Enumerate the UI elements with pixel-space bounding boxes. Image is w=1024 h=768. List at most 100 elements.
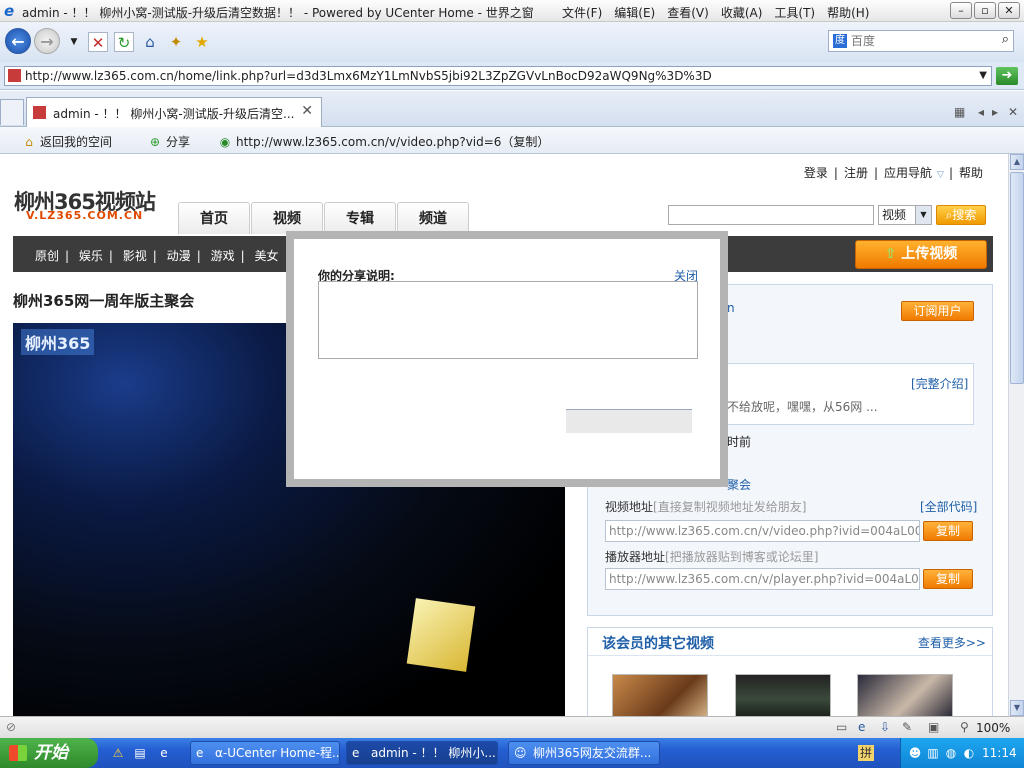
- nav-home[interactable]: 首页: [178, 202, 250, 234]
- other-videos-box: 该会员的其它视频 查看更多>>: [587, 627, 993, 716]
- scroll-down-icon[interactable]: ▼: [1010, 700, 1024, 716]
- start-button[interactable]: 开始: [0, 738, 98, 768]
- favorites-bar: ⌂ 返回我的空间 ⊕ 分享 ◉ http://www.lz365.com.cn/…: [0, 127, 1024, 154]
- player-address-hint: [把播放器贴到博客或论坛里]: [665, 550, 819, 564]
- site-search-button[interactable]: ⌕搜索: [936, 205, 986, 225]
- category-beauty[interactable]: 美女: [254, 249, 278, 263]
- search-icon[interactable]: ⌕: [1002, 32, 1009, 47]
- subscribe-button[interactable]: 订阅用户: [901, 301, 974, 321]
- open-favorites-icon[interactable]: ✦: [166, 32, 186, 52]
- video-watermark: 柳州365: [21, 329, 95, 355]
- fav-share[interactable]: ⊕ 分享: [148, 133, 190, 150]
- add-favorite-star-icon[interactable]: ★: [192, 32, 212, 52]
- menu-view[interactable]: 查看(V): [667, 4, 709, 21]
- video-address-field[interactable]: http://www.lz365.com.cn/v/video.php?ivid…: [605, 520, 920, 542]
- site-search-select[interactable]: 视频 ▼: [878, 205, 932, 225]
- vertical-scrollbar[interactable]: ▲ ▼: [1008, 154, 1024, 716]
- video-tag-link[interactable]: 聚会: [727, 476, 751, 493]
- maximize-icon[interactable]: ▫: [974, 2, 996, 19]
- tray-security-icon[interactable]: ◍: [943, 745, 959, 761]
- taskbar-item-label: α-UCenter Home-程...: [215, 746, 340, 760]
- status-tool-icon[interactable]: ▭: [836, 720, 847, 734]
- menu-tools[interactable]: 工具(T): [774, 4, 815, 21]
- tray-network-icon[interactable]: ▥: [925, 745, 941, 761]
- video-thumbnail[interactable]: [735, 674, 831, 716]
- tab-close-icon[interactable]: ✕: [301, 103, 313, 119]
- full-intro-link[interactable]: [完整介绍]: [911, 375, 968, 392]
- warning-icon[interactable]: ⚠: [110, 745, 126, 761]
- upload-video-button[interactable]: ⇧ 上传视频: [855, 240, 987, 269]
- tray-user-icon[interactable]: ☻: [907, 745, 923, 761]
- stop-icon[interactable]: ✕: [88, 32, 108, 52]
- register-link[interactable]: 注册: [844, 166, 868, 180]
- taskbar-item-admin[interactable]: e admin - ！！ 柳州小...: [346, 741, 498, 765]
- menu-file[interactable]: 文件(F): [562, 4, 602, 21]
- share-description-input[interactable]: [318, 281, 698, 359]
- status-browser-icon[interactable]: e: [858, 720, 865, 734]
- site-search-input[interactable]: [668, 205, 874, 225]
- uploader-name[interactable]: n: [727, 301, 735, 315]
- close-tab-icon[interactable]: ✕: [1008, 105, 1018, 119]
- zoom-level[interactable]: 100%: [976, 721, 1010, 735]
- browser-quicklaunch-icon[interactable]: e: [156, 745, 172, 761]
- link-globe-icon: ◉: [219, 134, 231, 149]
- taskbar-item-qq-group[interactable]: ☺ 柳州365网友交流群...: [508, 741, 660, 765]
- home-icon[interactable]: ⌂: [140, 32, 160, 52]
- menu-help[interactable]: 帮助(H): [827, 4, 869, 21]
- copy-player-address-button[interactable]: 复制: [923, 569, 973, 589]
- video-thumbnail[interactable]: [857, 674, 953, 716]
- tab-scroll-left-icon[interactable]: ◂: [978, 105, 984, 119]
- scrollbar-thumb[interactable]: [1010, 172, 1024, 384]
- tab-scroll-right-icon[interactable]: ▸: [992, 105, 998, 119]
- see-more-link[interactable]: 查看更多>>: [918, 634, 986, 651]
- share-dialog-bar: [566, 409, 692, 433]
- tab-list-icon[interactable]: ▦: [954, 105, 965, 119]
- category-film[interactable]: 影视: [123, 249, 147, 263]
- share-plus-icon: ⊕: [149, 134, 161, 149]
- status-screen-icon[interactable]: ▣: [928, 720, 939, 734]
- history-dropdown-icon[interactable]: ▼: [64, 32, 84, 52]
- player-address-field[interactable]: http://www.lz365.com.cn/v/player.php?ivi…: [605, 568, 920, 590]
- fav-back-to-space[interactable]: ⌂ 返回我的空间: [22, 133, 112, 150]
- taskbar-item-ucenter[interactable]: e α-UCenter Home-程...: [190, 741, 340, 765]
- video-address-label-text: 视频地址: [605, 500, 654, 514]
- app-nav-link[interactable]: 应用导航: [884, 166, 932, 180]
- fav-link[interactable]: ◉ http://www.lz365.com.cn/v/video.php?vi…: [218, 133, 550, 150]
- search-input[interactable]: [851, 33, 991, 49]
- nav-video[interactable]: 视频: [251, 202, 323, 234]
- qq-icon[interactable]: ▤: [132, 745, 148, 761]
- address-input[interactable]: http://www.lz365.com.cn/home/link.php?ur…: [4, 66, 992, 86]
- tray-volume-icon[interactable]: ◐: [961, 745, 977, 761]
- category-anime[interactable]: 动漫: [167, 249, 191, 263]
- window-title: admin - ！！ 柳州小窝-测试版-升级后清空数据！！ - Powered …: [22, 6, 534, 20]
- new-tab-button[interactable]: [0, 99, 24, 125]
- menu-edit[interactable]: 编辑(E): [614, 4, 655, 21]
- all-code-link[interactable]: [全部代码]: [920, 498, 977, 515]
- clock: 11:14: [982, 746, 1017, 760]
- scroll-up-icon[interactable]: ▲: [1010, 154, 1024, 170]
- input-method-icon[interactable]: 拼: [858, 745, 874, 761]
- address-dropdown-icon[interactable]: ▼: [979, 67, 987, 85]
- forward-button[interactable]: →: [34, 28, 60, 54]
- category-entertainment[interactable]: 娱乐: [79, 249, 103, 263]
- zoom-icon[interactable]: ⚲: [960, 720, 969, 734]
- refresh-icon[interactable]: ↻: [114, 32, 134, 52]
- status-download-icon[interactable]: ⇩: [880, 720, 890, 734]
- status-settings-icon[interactable]: ✎: [902, 720, 912, 734]
- copy-video-address-button[interactable]: 复制: [923, 521, 973, 541]
- menu-favorites[interactable]: 收藏(A): [721, 4, 763, 21]
- video-thumbnail[interactable]: [612, 674, 708, 716]
- login-link[interactable]: 登录: [804, 166, 828, 180]
- baidu-logo-icon: 度: [833, 34, 847, 48]
- navigation-bar: ← → ▼ ✕ ↻ ⌂ ✦ ★ 度 ⌕: [0, 22, 1024, 62]
- nav-album[interactable]: 专辑: [324, 202, 396, 234]
- go-button[interactable]: ➜: [996, 67, 1018, 85]
- back-button[interactable]: ←: [5, 28, 31, 54]
- close-window-icon[interactable]: ✕: [998, 2, 1020, 19]
- minimize-icon[interactable]: –: [950, 2, 972, 19]
- tab-active[interactable]: admin - ！！ 柳州小窝-测试版-升级后清空... ✕: [26, 97, 322, 127]
- help-link[interactable]: 帮助: [959, 166, 983, 180]
- nav-channel[interactable]: 频道: [397, 202, 469, 234]
- category-original[interactable]: 原创: [35, 249, 59, 263]
- category-games[interactable]: 游戏: [211, 249, 235, 263]
